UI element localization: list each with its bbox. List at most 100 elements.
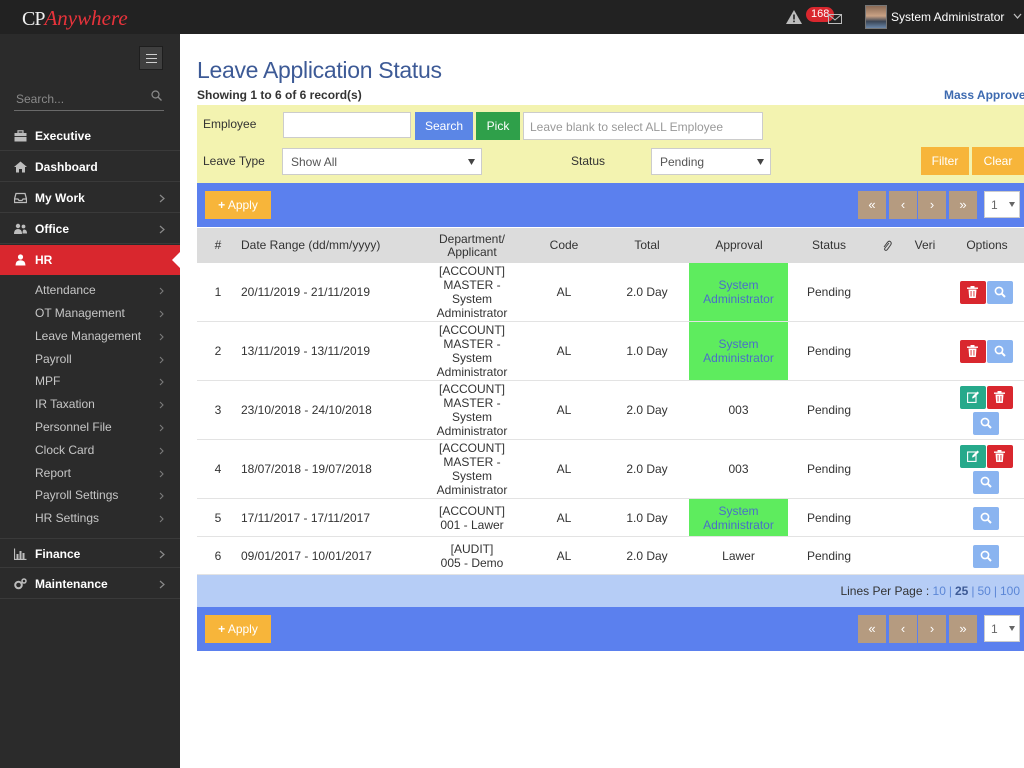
- sidebar-subitem-personnel-file[interactable]: Personnel File: [0, 417, 180, 439]
- delete-button[interactable]: [987, 386, 1013, 409]
- sidebar-subitem-ot-management[interactable]: OT Management: [0, 303, 180, 325]
- lines-per-page-100[interactable]: 100: [1000, 584, 1020, 598]
- search-icon: [994, 345, 1006, 357]
- prev-page-button[interactable]: ‹: [889, 615, 917, 643]
- cell-code: AL: [556, 548, 572, 563]
- alert-icon[interactable]: [786, 10, 802, 24]
- cell-num: 5: [214, 510, 222, 525]
- leave-type-select[interactable]: Show All: [282, 148, 482, 175]
- table-row: 3 23/10/2018 - 24/10/2018 [ACCOUNT] MASTER…: [197, 381, 1024, 440]
- app-logo[interactable]: CPAnywhere: [22, 6, 128, 31]
- chevron-right-icon: [159, 401, 164, 409]
- delete-button[interactable]: [987, 445, 1013, 468]
- sidebar-item-label: Maintenance: [35, 577, 108, 591]
- view-button[interactable]: [973, 545, 999, 568]
- table-row: 5 17/11/2017 - 17/11/2017 [ACCOUNT] 001 - …: [197, 499, 1024, 537]
- clear-button[interactable]: Clear: [972, 147, 1024, 175]
- filter-button[interactable]: Filter: [921, 147, 969, 175]
- view-button[interactable]: [973, 412, 999, 435]
- mail-icon[interactable]: [828, 14, 842, 24]
- apply-button[interactable]: + Apply: [205, 191, 271, 219]
- sidebar-subitem-report[interactable]: Report: [0, 463, 180, 485]
- view-button[interactable]: [973, 507, 999, 530]
- sidebar-item-finance[interactable]: Finance: [0, 538, 180, 568]
- prev-page-button[interactable]: ‹: [889, 191, 917, 219]
- delete-button[interactable]: [960, 281, 986, 304]
- view-button[interactable]: [973, 471, 999, 494]
- sidebar-toggle-button[interactable]: [139, 46, 163, 70]
- search-icon[interactable]: [151, 90, 162, 101]
- caret-down-icon: [1009, 626, 1015, 631]
- sidebar-subitem-payroll-settings[interactable]: Payroll Settings: [0, 485, 180, 507]
- cell-code: AL: [556, 510, 572, 525]
- logo-cp: CP: [22, 8, 45, 30]
- chevron-right-icon: [159, 470, 164, 478]
- sidebar-item-dashboard[interactable]: Dashboard: [0, 152, 180, 182]
- sidebar-search-input[interactable]: [14, 86, 144, 108]
- cell-num: 4: [214, 462, 222, 476]
- search-button[interactable]: Search: [415, 112, 473, 140]
- sidebar-item-label: Office: [35, 222, 70, 236]
- briefcase-icon: [14, 130, 27, 142]
- apply-label: Apply: [227, 622, 258, 636]
- sidebar-subitem-ir-taxation[interactable]: IR Taxation: [0, 394, 180, 416]
- employee-hint-field[interactable]: Leave blank to select ALL Employee: [523, 112, 763, 140]
- leave-type-value: Show All: [291, 155, 338, 169]
- subitem-label: Leave Management: [35, 329, 142, 343]
- view-button[interactable]: [987, 340, 1013, 363]
- mass-approve-link[interactable]: Mass Approve: [944, 88, 1024, 102]
- edit-button[interactable]: [960, 445, 986, 468]
- sidebar: Executive Dashboard My Work Office HR At…: [0, 34, 180, 768]
- employee-input[interactable]: [283, 112, 411, 138]
- status-select[interactable]: Pending: [651, 148, 771, 175]
- view-button[interactable]: [987, 281, 1013, 304]
- apply-button[interactable]: + Apply: [205, 615, 271, 643]
- page-select[interactable]: 1: [984, 615, 1020, 642]
- first-page-button[interactable]: «: [858, 191, 886, 219]
- trash-icon: [994, 450, 1005, 462]
- sidebar-subitem-hr-settings[interactable]: HR Settings: [0, 508, 180, 530]
- sidebar-item-office[interactable]: Office: [0, 214, 180, 244]
- sidebar-subitem-mpf[interactable]: MPF: [0, 371, 180, 393]
- plus-icon: +: [218, 198, 226, 212]
- sidebar-item-hr[interactable]: HR: [0, 245, 180, 275]
- chevron-right-icon: [159, 378, 164, 386]
- sidebar-subitem-clock-card[interactable]: Clock Card: [0, 440, 180, 462]
- first-page-button[interactable]: «: [858, 615, 886, 643]
- filter-panel: Employee Search Pick Leave blank to sele…: [197, 105, 1024, 183]
- subitem-label: MPF: [35, 374, 61, 388]
- last-page-button[interactable]: »: [949, 191, 977, 219]
- user-name[interactable]: System Administrator: [891, 10, 1004, 24]
- lines-per-page-25[interactable]: 25: [955, 584, 968, 598]
- cell-status: Pending: [806, 462, 852, 476]
- delete-button[interactable]: [960, 340, 986, 363]
- edit-button[interactable]: [960, 386, 986, 409]
- lines-per-page-label: Lines Per Page :: [840, 584, 930, 598]
- sidebar-subitem-leave-management[interactable]: Leave Management: [0, 326, 180, 348]
- cell-num: 3: [214, 403, 222, 417]
- chevron-right-icon: [159, 580, 165, 589]
- chevron-down-icon[interactable]: [1013, 12, 1022, 20]
- cell-total: 2.0 Day: [626, 285, 668, 299]
- cell-approval: System Administrator: [689, 499, 788, 536]
- sidebar-subitem-attendance[interactable]: Attendance: [0, 280, 180, 302]
- cell-date-range: 20/11/2019 - 21/11/2019: [241, 285, 370, 299]
- next-page-button[interactable]: ›: [918, 615, 946, 643]
- last-page-button[interactable]: »: [949, 615, 977, 643]
- sidebar-item-executive[interactable]: Executive: [0, 121, 180, 151]
- next-page-button[interactable]: ›: [918, 191, 946, 219]
- cell-code: AL: [556, 462, 572, 476]
- cell-total: 2.0 Day: [626, 548, 668, 563]
- search-icon: [980, 550, 992, 562]
- avatar[interactable]: [865, 5, 887, 29]
- lines-per-page-10[interactable]: 10: [933, 584, 946, 598]
- inbox-icon: [14, 192, 27, 204]
- sidebar-item-my-work[interactable]: My Work: [0, 183, 180, 213]
- pick-button[interactable]: Pick: [476, 112, 520, 140]
- page-select[interactable]: 1: [984, 191, 1020, 218]
- lines-per-page-50[interactable]: 50: [977, 584, 990, 598]
- sidebar-subitem-payroll[interactable]: Payroll: [0, 349, 180, 371]
- sidebar-item-maintenance[interactable]: Maintenance: [0, 569, 180, 599]
- search-icon: [980, 417, 992, 429]
- cell-approval: 003: [728, 462, 749, 476]
